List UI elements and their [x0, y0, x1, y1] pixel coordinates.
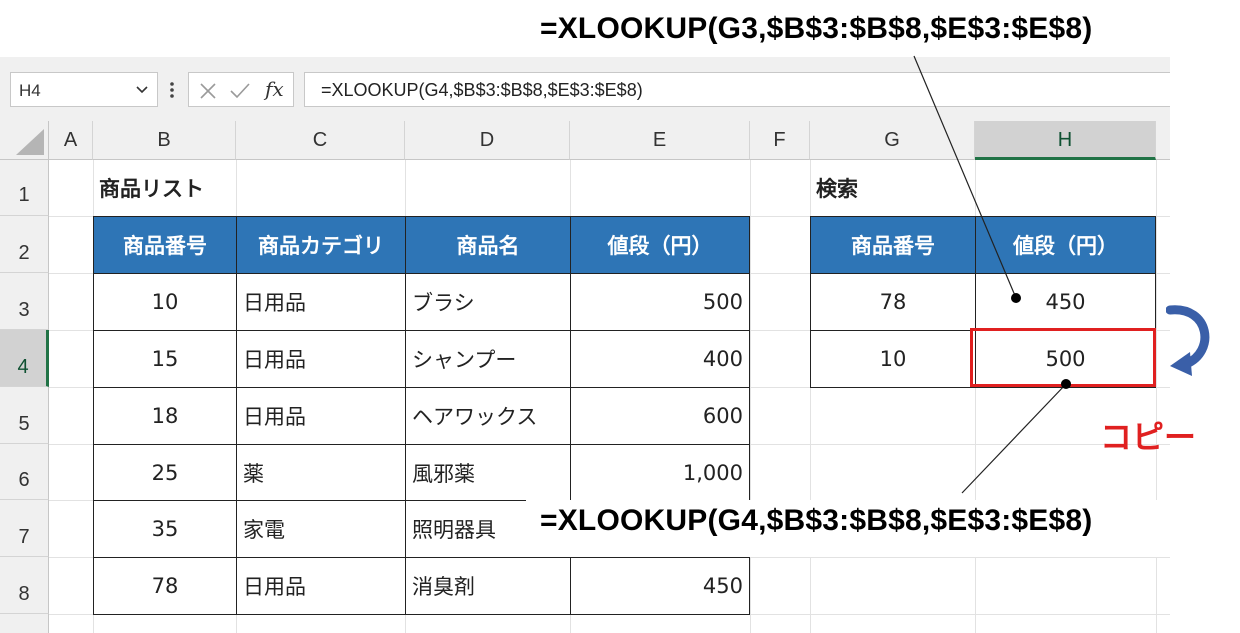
leader-lines [913, 55, 1071, 494]
copy-label: コピー [1100, 418, 1197, 456]
curved-arrow-icon [1165, 300, 1226, 384]
